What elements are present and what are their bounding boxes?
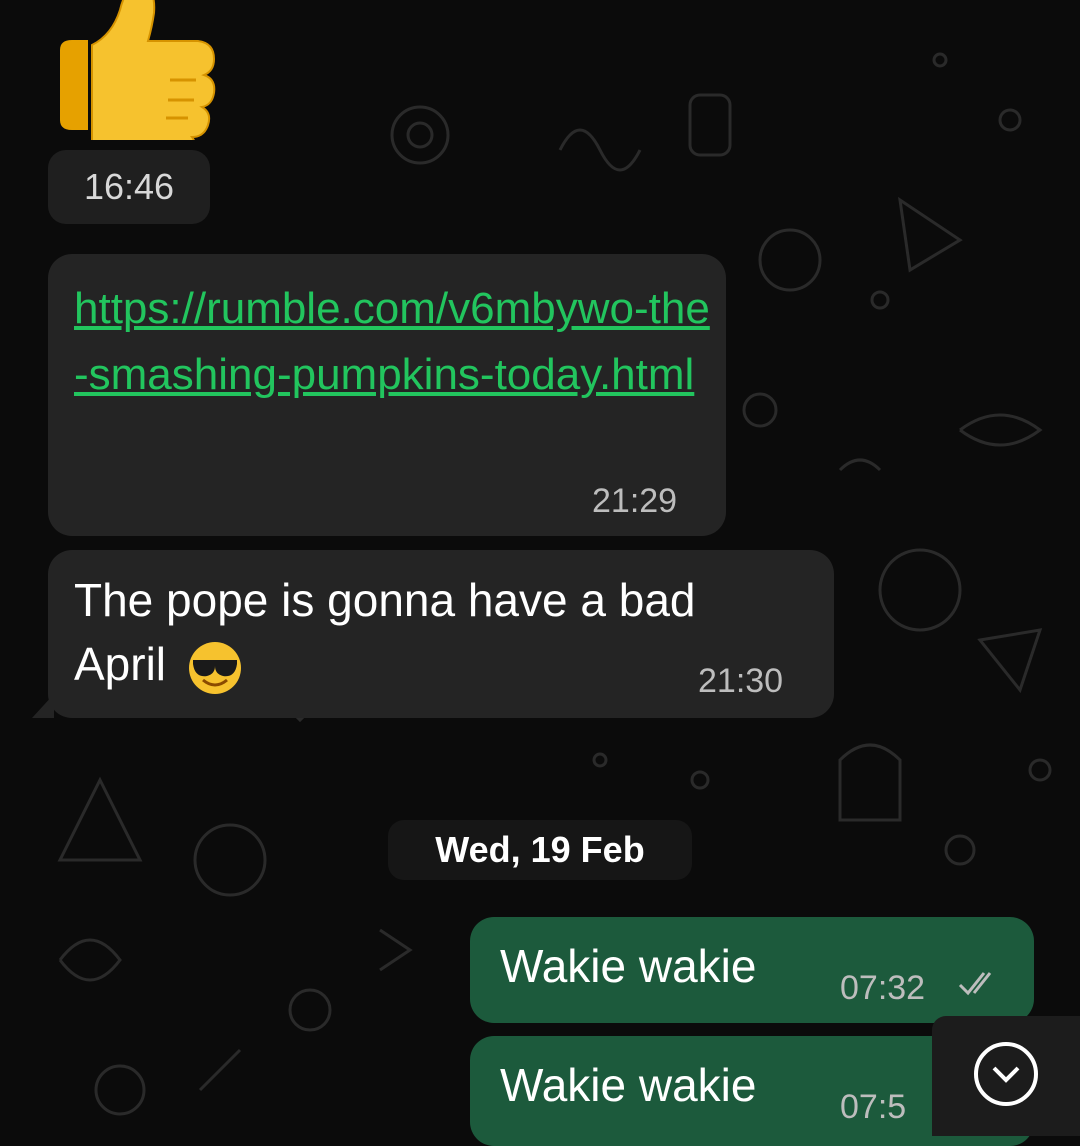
message-text-content: The pope is gonna have a bad April: [74, 574, 696, 690]
rumble-link[interactable]: https://rumble.com/v6mbywo-the-smashing-…: [74, 276, 714, 408]
message-text: Wakie wakie: [500, 1059, 757, 1111]
scroll-to-bottom-button[interactable]: [932, 1016, 1080, 1136]
outgoing-message[interactable]: Wakie wakie 07:32: [470, 917, 1034, 1023]
sunglasses-emoji-icon: [188, 641, 241, 694]
chevron-down-circle-icon: [974, 1042, 1038, 1106]
thumbs-up-emoji: [50, 0, 220, 162]
message-time: 07:32: [840, 969, 926, 1007]
message-time: 21:29: [592, 482, 678, 520]
read-ticks-icon: [958, 972, 992, 996]
message-bubble-link[interactable]: https://rumble.com/v6mbywo-the-smashing-…: [48, 254, 726, 536]
message-text: The pope is gonna have a bad April: [74, 568, 794, 696]
date-separator: Wed, 19 Feb: [388, 820, 692, 880]
message-bubble-pope[interactable]: The pope is gonna have a bad April 21:30: [32, 550, 834, 718]
bubble-tail: [32, 694, 54, 718]
message-time: 21:30: [698, 662, 784, 700]
message-text: Wakie wakie: [500, 940, 757, 992]
emoji-time: 16:46: [48, 150, 210, 224]
message-time: 07:5: [840, 1088, 907, 1126]
